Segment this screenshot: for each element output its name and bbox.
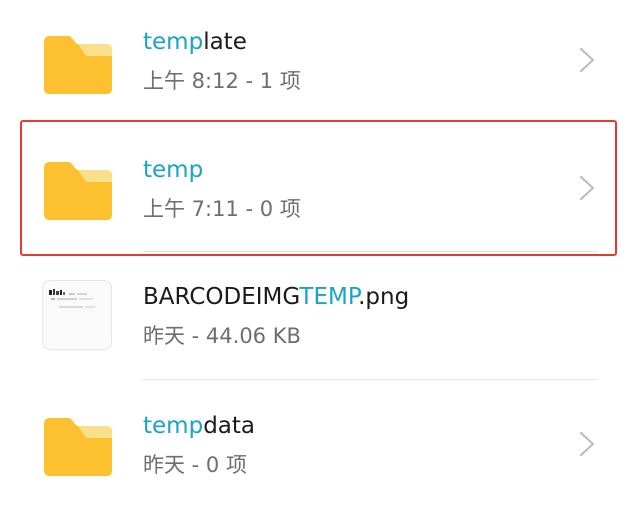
chevron-right-icon[interactable] — [577, 45, 597, 75]
item-meta: 上午 8:12 - 1 项 — [143, 69, 301, 93]
folder-icon — [42, 410, 114, 482]
name-rest: late — [203, 29, 247, 55]
item-text: template 上午 8:12 - 1 项 — [143, 27, 560, 95]
item-text: tempdata 昨天 - 0 项 — [143, 411, 560, 479]
item-name: template — [143, 27, 560, 57]
item-name: tempdata — [143, 411, 560, 441]
image-thumbnail — [42, 280, 114, 352]
item-name: BARCODEIMGTEMP.png — [143, 282, 560, 312]
list-item-barcodeimgtemp-png[interactable]: BARCODEIMGTEMP.png 昨天 - 44.06 KB — [0, 250, 640, 378]
name-rest: data — [203, 413, 255, 439]
chevron-right-icon[interactable] — [577, 429, 597, 459]
list-item-template[interactable]: template 上午 8:12 - 1 项 — [0, 0, 640, 128]
name-suffix: .png — [358, 284, 410, 310]
item-text: BARCODEIMGTEMP.png 昨天 - 44.06 KB — [143, 282, 560, 350]
name-highlight: TEMP — [299, 284, 359, 310]
name-highlight: temp — [143, 413, 204, 439]
selection-highlight — [20, 120, 617, 256]
folder-icon — [42, 28, 114, 100]
name-highlight: temp — [143, 29, 204, 55]
item-meta: 昨天 - 0 项 — [143, 453, 247, 477]
list-item-tempdata[interactable]: tempdata 昨天 - 0 项 — [0, 380, 640, 505]
file-list: template 上午 8:12 - 1 项 temp 上午 7:11 - 0 … — [0, 0, 640, 505]
item-meta: 昨天 - 44.06 KB — [143, 324, 301, 348]
name-prefix: BARCODEIMG — [143, 284, 300, 310]
